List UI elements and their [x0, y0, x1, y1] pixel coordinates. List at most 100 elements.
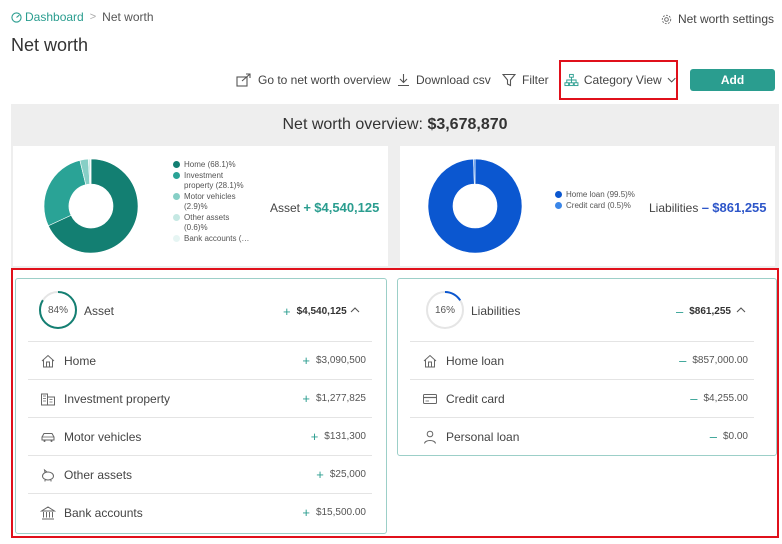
liabilities-row-sign: – — [690, 391, 698, 406]
external-link-icon — [236, 73, 251, 87]
filter-label: Filter — [522, 73, 549, 87]
legend-dot-icon — [555, 191, 562, 198]
chevron-up-icon[interactable] — [736, 306, 746, 313]
liabilities-panel-amount: – $861,255 — [676, 304, 731, 319]
house-loan-icon — [422, 353, 438, 369]
net-worth-settings-link[interactable]: Net worth settings — [661, 12, 774, 26]
legend-dot-icon — [173, 193, 180, 200]
assets-row-sign: + — [302, 505, 310, 520]
liabilities-row-amount: – $0.00 — [710, 429, 748, 444]
house-icon — [40, 353, 56, 369]
assets-legend-label: Bank accounts (… — [184, 234, 250, 243]
liabilities-panel: 16% Liabilities – $861,255 Home loan – $85… — [397, 278, 777, 456]
legend-dot-icon — [173, 235, 180, 242]
assets-row-amount-value: $3,090,500 — [315, 355, 366, 366]
assets-row-investment-property[interactable]: Investment property + $1,277,825 — [28, 379, 372, 417]
assets-panel: 84% Asset + $4,540,125 Home + $3,090,500 In… — [15, 278, 387, 534]
net-worth-settings-label: Net worth settings — [677, 12, 774, 26]
assets-row-label: Other assets — [64, 467, 133, 482]
assets-panel-title: Asset — [84, 304, 115, 318]
liabilities-donut-chart — [427, 158, 523, 254]
liabilities-row-personal-loan[interactable]: Personal loan – $0.00 — [410, 417, 754, 455]
liabilities-panel-amount-value: $861,255 — [689, 306, 731, 317]
assets-row-amount: + $131,300 — [311, 429, 366, 444]
assets-panel-header[interactable]: 84% Asset + $4,540,125 — [16, 279, 386, 343]
liabilities-legend-item: Home loan (99.5)% — [555, 190, 640, 200]
dashboard-icon — [11, 11, 22, 23]
assets-row-amount-value: $15,500.00 — [315, 507, 366, 518]
legend-dot-icon — [173, 172, 180, 179]
download-csv-label: Download csv — [416, 73, 491, 87]
assets-percent-label: 84% — [47, 304, 68, 316]
liabilities-row-amount: – $4,255.00 — [690, 391, 748, 406]
credit-card-icon — [422, 391, 438, 407]
assets-row-label: Home — [64, 353, 97, 368]
liabilities-row-sign: – — [679, 353, 687, 368]
assets-total-sign: + — [303, 200, 311, 215]
assets-total-label: Asset — [270, 201, 301, 215]
liabilities-row-amount-value: $4,255.00 — [703, 393, 749, 404]
assets-legend-label: Motor vehicles (2.9)% — [184, 192, 236, 211]
assets-row-amount: + $3,090,500 — [302, 353, 366, 368]
liabilities-row-amount-value: $0.00 — [722, 431, 748, 442]
liabilities-row-label: Home loan — [446, 353, 505, 368]
assets-row-home[interactable]: Home + $3,090,500 — [28, 341, 372, 379]
go-to-overview-label: Go to net worth overview — [258, 73, 391, 87]
car-icon — [40, 429, 56, 445]
liabilities-row-amount-value: $857,000.00 — [692, 355, 748, 366]
liabilities-legend-item: Credit card (0.5)% — [555, 201, 640, 211]
download-csv-button[interactable]: Download csv — [397, 68, 491, 92]
filter-button[interactable]: Filter — [502, 68, 549, 92]
assets-donut-slice-1[interactable] — [43, 159, 87, 227]
assets-row-label: Investment property — [64, 391, 171, 406]
assets-donut-slice-4[interactable] — [89, 158, 92, 185]
overview-title-prefix: Net worth overview: — [282, 116, 423, 133]
assets-legend-item: Motor vehicles (2.9)% — [173, 192, 253, 212]
go-to-overview-button[interactable]: Go to net worth overview — [236, 68, 391, 92]
assets-legend-label: Investment property (28.1)% — [184, 171, 244, 190]
assets-row-other-assets[interactable]: Other assets + $25,000 — [28, 455, 372, 493]
assets-total-amount: $4,540,125 — [314, 200, 380, 215]
liabilities-row-label: Personal loan — [446, 429, 520, 444]
liabilities-panel-title: Liabilities — [471, 304, 521, 318]
category-view-label: Category View — [583, 73, 662, 87]
assets-row-label: Motor vehicles — [64, 429, 142, 444]
liabilities-legend-label: Credit card (0.5)% — [566, 201, 631, 210]
toolbar: Go to net worth overview Download csv Fi… — [0, 60, 782, 100]
assets-row-amount-value: $25,000 — [329, 469, 366, 480]
assets-row-sign: + — [302, 391, 310, 406]
overview-title-amount: $3,678,870 — [427, 116, 508, 133]
breadcrumb-separator: > — [89, 11, 97, 23]
assets-overview-card: Home (68.1)% Investment property (28.1)% M… — [13, 146, 388, 266]
assets-row-amount: + $15,500.00 — [302, 505, 366, 520]
page-title: Net worth — [11, 35, 89, 55]
breadcrumb-dashboard-label: Dashboard — [25, 10, 84, 24]
liabilities-row-home-loan[interactable]: Home loan – $857,000.00 — [410, 341, 754, 379]
bank-icon — [40, 505, 56, 521]
liabilities-total-amount: $861,255 — [712, 200, 767, 215]
chevron-up-icon[interactable] — [350, 306, 360, 313]
liabilities-row-amount: – $857,000.00 — [679, 353, 748, 368]
assets-total: Asset + $4,540,125 — [270, 200, 379, 215]
liabilities-row-credit-card[interactable]: Credit card – $4,255.00 — [410, 379, 754, 417]
hierarchy-icon — [564, 73, 579, 87]
assets-row-motor-vehicles[interactable]: Motor vehicles + $131,300 — [28, 417, 372, 455]
legend-dot-icon — [173, 161, 180, 168]
assets-panel-amount-value: $4,540,125 — [296, 306, 347, 317]
liabilities-total-sign: – — [701, 200, 709, 215]
add-button[interactable]: Add — [690, 69, 775, 91]
filter-icon — [502, 73, 516, 87]
chevron-down-icon — [667, 77, 676, 83]
breadcrumb: Dashboard > Net worth — [11, 10, 154, 24]
piggy-bank-icon — [40, 467, 56, 483]
liabilities-panel-sign: – — [676, 304, 684, 319]
breadcrumb-dashboard-link[interactable]: Dashboard — [11, 10, 84, 24]
liabilities-legend: Home loan (99.5)% Credit card (0.5)% — [555, 190, 640, 212]
person-icon — [422, 429, 438, 445]
category-view-dropdown[interactable]: Category View — [559, 60, 678, 100]
download-icon — [398, 74, 409, 87]
assets-row-amount-value: $131,300 — [324, 431, 366, 442]
liabilities-panel-header[interactable]: 16% Liabilities – $861,255 — [398, 279, 776, 343]
liabilities-percent-label: 16% — [434, 304, 455, 316]
assets-row-bank-accounts[interactable]: Bank accounts + $15,500.00 — [28, 493, 372, 531]
